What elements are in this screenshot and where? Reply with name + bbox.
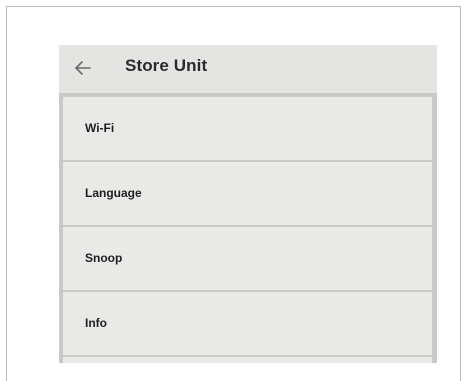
list-item-label: Wi-Fi xyxy=(85,121,115,135)
list-item-label: Language xyxy=(85,186,142,200)
list-item-language[interactable]: Language xyxy=(63,162,432,227)
app-bar: Store Unit xyxy=(59,45,437,93)
arrow-left-icon[interactable] xyxy=(73,57,93,79)
device-screen: Store Unit Wi-Fi Language Snoop Info xyxy=(59,45,437,363)
list-item-label: Info xyxy=(85,316,107,330)
settings-list: Wi-Fi Language Snoop Info xyxy=(63,97,432,363)
list-item-info[interactable]: Info xyxy=(63,292,432,357)
page-title: Store Unit xyxy=(125,56,208,75)
list-item-label: Snoop xyxy=(85,251,123,265)
list-item-wifi[interactable]: Wi-Fi xyxy=(63,97,432,162)
list-item-snoop[interactable]: Snoop xyxy=(63,227,432,292)
page-frame: Store Unit Wi-Fi Language Snoop Info xyxy=(6,6,461,381)
content-area: Wi-Fi Language Snoop Info xyxy=(59,93,437,363)
